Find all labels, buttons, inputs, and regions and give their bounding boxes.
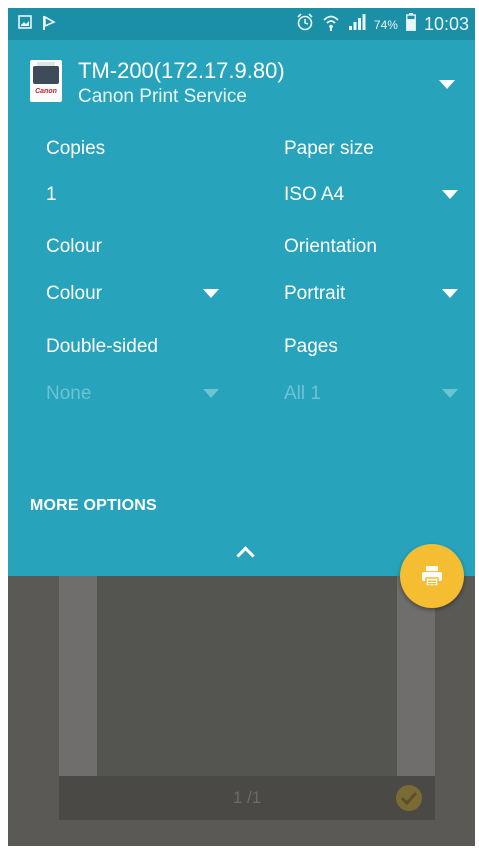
printer-dropdown-icon[interactable] (439, 80, 463, 96)
collapse-chevron-up-icon[interactable] (234, 545, 256, 565)
pages-dropdown-icon (442, 389, 458, 398)
orientation-dropdown-icon[interactable] (442, 289, 458, 298)
pages-label: Pages (284, 336, 338, 357)
copies-input[interactable]: 1 (46, 184, 57, 206)
page-indicator: 1 /1 (232, 788, 262, 807)
printer-logo-brand: Canon (35, 88, 57, 95)
clock-time: 10:03 (423, 14, 469, 34)
printer-service: Canon Print Service (78, 86, 247, 107)
screen: 74% 10:03 Canon TM-200(172.17.9.80) Cano… (8, 8, 475, 846)
double-sided-select: None (46, 383, 92, 404)
paper-size-select[interactable]: ISO A4 (284, 184, 344, 206)
double-sided-dropdown-icon (203, 389, 219, 398)
print-button[interactable] (400, 544, 464, 608)
status-bar: 74% 10:03 (8, 8, 475, 40)
more-options-button[interactable]: MORE OPTIONS (30, 497, 157, 515)
page-preview[interactable]: 1 /1 (59, 576, 435, 820)
preview-footer: 1 /1 (59, 776, 435, 820)
printer-selector[interactable]: Canon TM-200(172.17.9.80) Canon Print Se… (8, 40, 475, 112)
alarm-icon (296, 13, 314, 36)
colour-select[interactable]: Colour (46, 283, 102, 305)
paper-size-label: Paper size (284, 138, 374, 159)
printer-logo-icon: Canon (30, 60, 62, 102)
colour-label: Colour (46, 236, 102, 257)
printer-name: TM-200(172.17.9.80) (78, 58, 285, 83)
print-options-panel: Canon TM-200(172.17.9.80) Canon Print Se… (8, 40, 475, 576)
image-icon (18, 15, 32, 36)
orientation-label: Orientation (284, 236, 377, 257)
page-selected-check-icon[interactable] (396, 785, 422, 811)
signal-icon (348, 13, 366, 36)
preview-page[interactable] (59, 576, 435, 776)
colour-dropdown-icon[interactable] (203, 289, 219, 298)
wifi-icon (322, 13, 340, 36)
flag-icon (42, 15, 56, 36)
paper-size-dropdown-icon[interactable] (442, 190, 458, 199)
double-sided-label: Double-sided (46, 336, 158, 357)
pages-select: All 1 (284, 383, 321, 404)
battery-percent: 74% (373, 17, 398, 32)
battery-icon (406, 13, 416, 36)
printer-icon (420, 564, 444, 588)
orientation-select[interactable]: Portrait (284, 283, 345, 305)
copies-label: Copies (46, 138, 106, 159)
